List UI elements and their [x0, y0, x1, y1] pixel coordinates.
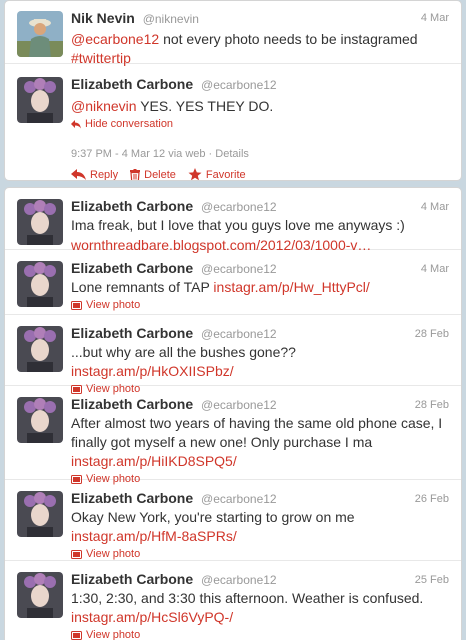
hide-conversation-link[interactable]: Hide conversation	[71, 117, 449, 132]
tweet-text: @ecarbone12 not every photo needs to be …	[71, 30, 449, 68]
tweet-actions: Reply Delete Favorite	[71, 168, 449, 181]
tweet-body: Okay New York, you're starting to grow o…	[71, 509, 355, 525]
view-photo-label: View photo	[86, 548, 141, 560]
view-photo-label: View photo	[86, 629, 141, 640]
reply-arrow-icon	[71, 120, 81, 129]
tweet-reply[interactable]: Elizabeth Carbone @ecarbone12 @niknevin …	[5, 64, 461, 180]
tweet-link[interactable]: instagr.am/p/HkOXIISPbz/	[71, 363, 234, 379]
favorite-button[interactable]: Favorite	[188, 168, 246, 181]
tweet-original[interactable]: 4 Mar Nik Nevin @niknevin @ecarbone12 no…	[5, 1, 461, 66]
mention-link[interactable]: @niknevin	[71, 98, 137, 114]
tweet-text: Ima freak, but I love that you guys love…	[71, 217, 405, 233]
author-handle[interactable]: @ecarbone12	[201, 200, 277, 214]
conversation-card: 4 Mar Nik Nevin @niknevin @ecarbone12 no…	[4, 0, 462, 181]
author-name[interactable]: Elizabeth Carbone	[71, 76, 193, 92]
tweet-meta[interactable]: 9:37 PM - 4 Mar 12 via web · Details	[71, 147, 449, 161]
tweet-body: not every photo needs to be instagramed	[163, 31, 418, 47]
timeline-tweet[interactable]: 28 Feb Elizabeth Carbone @ecarbone12 Aft…	[5, 386, 461, 485]
tweet-text: Okay New York, you're starting to grow o…	[71, 508, 449, 546]
reply-icon	[71, 168, 86, 180]
tweet-link[interactable]: instagr.am/p/Hw_HttyPcl/	[213, 279, 369, 295]
author-handle[interactable]: @ecarbone12	[201, 492, 277, 506]
view-photo-link[interactable]: View photo	[71, 547, 449, 562]
tweet-date[interactable]: 25 Feb	[415, 572, 449, 588]
hide-conversation-label: Hide conversation	[85, 118, 174, 130]
author-name[interactable]: Elizabeth Carbone	[71, 490, 193, 506]
timeline-tweet[interactable]: 26 Feb Elizabeth Carbone @ecarbone12 Oka…	[5, 480, 461, 561]
tweet-date[interactable]: 28 Feb	[415, 326, 449, 342]
tweet-date[interactable]: 26 Feb	[415, 491, 449, 507]
avatar-niknevin[interactable]	[17, 11, 63, 57]
tweet-body: YES. YES THEY DO.	[140, 98, 274, 114]
tweet-date[interactable]: 28 Feb	[415, 397, 449, 413]
author-handle[interactable]: @ecarbone12	[201, 78, 277, 92]
author-handle[interactable]: @ecarbone12	[201, 262, 277, 276]
author-name[interactable]: Elizabeth Carbone	[71, 198, 193, 214]
author-handle[interactable]: @niknevin	[143, 12, 199, 26]
reply-label: Reply	[90, 168, 119, 181]
timeline-tweet[interactable]: 28 Feb Elizabeth Carbone @ecarbone12 ...…	[5, 315, 461, 395]
avatar-ecarbone12[interactable]	[17, 397, 63, 443]
star-icon	[188, 168, 202, 180]
author-handle[interactable]: @ecarbone12	[201, 327, 277, 341]
avatar-ecarbone12[interactable]	[17, 572, 63, 618]
trash-icon	[130, 168, 141, 180]
avatar-ecarbone12[interactable]	[17, 326, 63, 372]
view-photo-link[interactable]: View photo	[71, 628, 449, 640]
tweet-date[interactable]: 4 Mar	[421, 261, 449, 277]
author-name[interactable]: Elizabeth Carbone	[71, 325, 193, 341]
tweet-date: 4 Mar	[420, 12, 449, 24]
author-name[interactable]: Elizabeth Carbone	[71, 396, 193, 412]
avatar-ecarbone12[interactable]	[17, 261, 63, 307]
tweet-link[interactable]: instagr.am/p/HfM-8aSPRs/	[71, 528, 237, 544]
author-name[interactable]: Elizabeth Carbone	[71, 571, 193, 587]
tweet-body: ...but why are all the bushes gone??	[71, 344, 296, 360]
avatar-ecarbone12[interactable]	[17, 491, 63, 537]
reply-button[interactable]: Reply	[71, 168, 119, 181]
tweet-body: Lone remnants of TAP	[71, 279, 210, 295]
tweet-text: Lone remnants of TAP instagr.am/p/Hw_Htt…	[71, 278, 449, 297]
tweet-body: 1:30, 2:30, and 3:30 this afternoon. Wea…	[71, 590, 424, 606]
photo-icon	[71, 301, 82, 310]
timeline-tweet[interactable]: 25 Feb Elizabeth Carbone @ecarbone12 1:3…	[5, 561, 461, 640]
author-name[interactable]: Nik Nevin	[71, 10, 135, 26]
avatar-ecarbone12[interactable]	[17, 77, 63, 123]
tweet-date[interactable]: 4 Mar	[421, 199, 449, 215]
photo-icon	[71, 550, 82, 559]
tweet-link[interactable]: instagr.am/p/HcSl6VyPQ-/	[71, 609, 233, 625]
view-photo-label: View photo	[86, 299, 141, 311]
delete-button[interactable]: Delete	[130, 168, 176, 181]
author-handle[interactable]: @ecarbone12	[201, 398, 277, 412]
timeline-card: 4 Mar Elizabeth Carbone @ecarbone12 Ima …	[4, 187, 462, 640]
author-handle[interactable]: @ecarbone12	[201, 573, 277, 587]
tweet-text: @niknevin YES. YES THEY DO.	[71, 97, 449, 116]
view-photo-link[interactable]: View photo	[71, 298, 449, 313]
timeline-tweet[interactable]: 4 Mar Elizabeth Carbone @ecarbone12 Ima …	[5, 188, 461, 253]
delete-label: Delete	[144, 168, 176, 181]
photo-icon	[71, 631, 82, 640]
tweet-text: ...but why are all the bushes gone?? ins…	[71, 343, 449, 381]
mention-link[interactable]: @ecarbone12	[71, 31, 159, 47]
author-name[interactable]: Elizabeth Carbone	[71, 260, 193, 276]
timeline-tweet[interactable]: 4 Mar Elizabeth Carbone @ecarbone12 Lone…	[5, 250, 461, 315]
tweet-text: After almost two years of having the sam…	[71, 414, 449, 471]
favorite-label: Favorite	[205, 168, 246, 181]
tweet-text: 1:30, 2:30, and 3:30 this afternoon. Wea…	[71, 589, 449, 627]
tweet-link[interactable]: instagr.am/p/HiIKD8SPQ5/	[71, 453, 237, 469]
avatar-ecarbone12[interactable]	[17, 199, 63, 245]
tweet-body: After almost two years of having the sam…	[71, 415, 443, 450]
